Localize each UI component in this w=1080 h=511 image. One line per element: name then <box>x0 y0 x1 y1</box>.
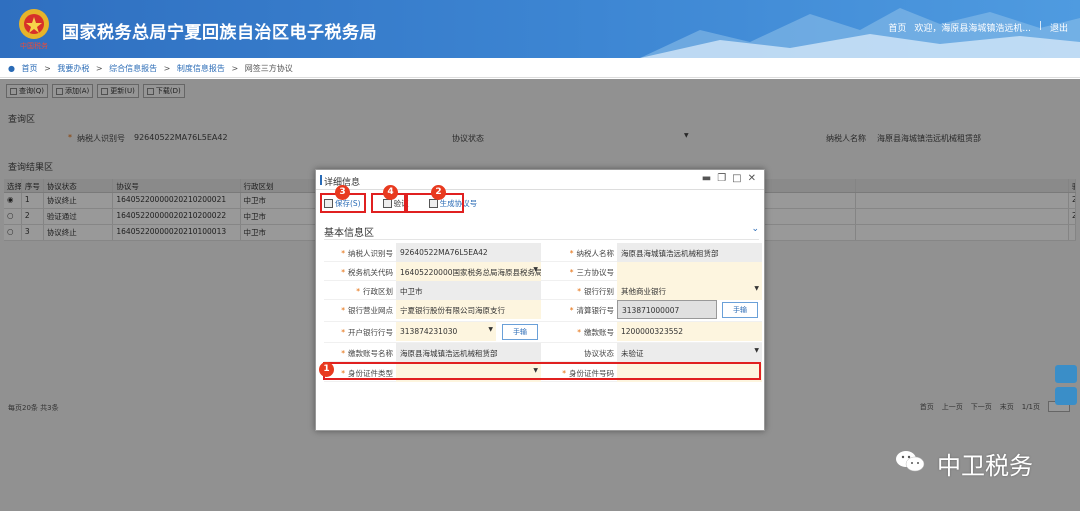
bank-branch-field[interactable]: 宁夏银行股份有限公司海原支行 <box>396 300 541 319</box>
clearing-bank-label: * 清算银行号 <box>569 306 614 315</box>
breadcrumb-sep: > <box>95 64 103 73</box>
bank-branch-label: * 银行营业网点 <box>341 306 393 315</box>
close-icon[interactable]: ✕ <box>748 173 756 184</box>
form-row: * 缴款账号名称 海原县海城镇浩远机械租赁部 协议状态 未验证 <box>324 343 762 362</box>
help-icon[interactable] <box>1055 387 1077 405</box>
location-pin-icon: ● <box>8 64 15 73</box>
nav-divider: | <box>1038 21 1042 31</box>
payment-account-field[interactable]: 1200000323552 <box>617 322 762 341</box>
taxpayer-name-field: 海原县海城镇浩远机械租赁部 <box>617 243 762 262</box>
breadcrumb-tax[interactable]: 我要办税 <box>57 64 89 73</box>
breadcrumb-home[interactable]: 首页 <box>22 64 38 73</box>
manual-input-button[interactable]: 手输 <box>502 324 538 340</box>
modal-window-controls: ▬ ❐ □ ✕ <box>702 173 756 184</box>
form-row: * 行政区划 中卫市 * 银行行别 其他商业银行 <box>324 281 762 300</box>
open-bank-label: * 开户银行行号 <box>341 328 393 337</box>
breadcrumb-system[interactable]: 制度信息报告 <box>177 64 225 73</box>
form-row: *开户银行行号 313874231030 手输 *缴款账号 1200000323… <box>324 322 762 343</box>
detail-modal: 详细信息 ▬ ❐ □ ✕ 保存(S) 验证 生成协议号 3 4 2 基本信息区 … <box>315 169 765 431</box>
status-select: 未验证 <box>617 343 762 362</box>
annotation-badge-4: 4 <box>383 185 398 200</box>
restore-icon[interactable]: ❐ <box>717 173 726 184</box>
customer-service-icon[interactable] <box>1055 365 1077 383</box>
breadcrumb-sep: > <box>231 64 239 73</box>
annotation-badge-2: 2 <box>431 185 446 200</box>
wechat-icon <box>896 451 925 472</box>
manual-input-button[interactable]: 手输 <box>722 302 758 318</box>
form-row: *税务机关代码 16405220000国家税务总局海原县税务局 *三方协议号 <box>324 262 762 281</box>
payment-account-label: * 缴款账号 <box>577 328 614 337</box>
tax-office-label: * 税务机关代码 <box>341 268 393 277</box>
account-name-field: 海原县海城镇浩远机械租赁部 <box>396 343 541 362</box>
agreement-no-field[interactable] <box>617 262 762 281</box>
region-label: * 行政区划 <box>356 287 393 296</box>
svg-text:中国税务: 中国税务 <box>20 41 48 50</box>
tax-office-select[interactable]: 16405220000国家税务总局海原县税务局 <box>396 262 541 281</box>
form-row: * 纳税人识别号 92640522MA76L5EA42 * 纳税人名称 海原县海城镇… <box>324 243 762 262</box>
nav-welcome-user[interactable]: 欢迎，海原县海城镇浩远机... <box>914 21 1031 34</box>
chevron-down-icon[interactable]: ⌄ <box>751 224 759 234</box>
basic-info-section-title: 基本信息区 ⌄ <box>324 224 759 240</box>
modal-header: 详细信息 ▬ ❐ □ ✕ <box>316 170 764 190</box>
tax-emblem-logo: 中国税务 <box>19 9 49 50</box>
bank-type-label: * 银行行别 <box>577 287 614 296</box>
breadcrumb-sep: > <box>163 64 171 73</box>
breadcrumb-current: 网签三方协议 <box>244 64 293 73</box>
site-title: 国家税务总局宁夏回族自治区电子税务局 <box>62 23 377 43</box>
agreement-no-label: * 三方协议号 <box>569 268 614 277</box>
taxpayer-id-label: * 纳税人识别号 <box>341 249 393 258</box>
breadcrumb-report[interactable]: 综合信息报告 <box>109 64 157 73</box>
minimize-icon[interactable]: ▬ <box>702 173 711 184</box>
breadcrumb-sep: > <box>44 64 51 73</box>
region-field: 中卫市 <box>396 281 541 300</box>
nav-home-link[interactable]: 首页 <box>888 21 906 34</box>
annotation-box-id <box>323 362 761 380</box>
taxpayer-name-label: * 纳税人名称 <box>569 249 614 258</box>
annotation-badge-1: 1 <box>319 362 334 377</box>
nav-logout-link[interactable]: 退出 <box>1050 21 1068 34</box>
open-bank-select[interactable]: 313874231030 <box>396 322 496 341</box>
site-header: 中国税务 国家税务总局宁夏回族自治区电子税务局 首页 欢迎，海原县海城镇浩远机.… <box>0 0 1080 58</box>
top-nav: 首页 欢迎，海原县海城镇浩远机... | 退出 <box>888 21 1068 34</box>
maximize-icon[interactable]: □ <box>732 173 741 184</box>
bank-type-select[interactable]: 其他商业银行 <box>617 281 762 300</box>
taxpayer-id-field: 92640522MA76L5EA42 <box>396 243 541 262</box>
clearing-bank-field[interactable]: 313871000007 <box>617 300 717 319</box>
breadcrumb: ● 首页 > 我要办税 > 综合信息报告 > 制度信息报告 > 网签三方协议 <box>0 58 1080 78</box>
form-row: * 银行营业网点 宁夏银行股份有限公司海原支行 * 清算银行号 3138710000… <box>324 300 762 322</box>
account-name-label: * 缴款账号名称 <box>341 349 393 358</box>
annotation-badge-3: 3 <box>335 185 350 200</box>
watermark-brand: 中卫税务 <box>937 452 1033 480</box>
status-label: 协议状态 <box>584 349 614 358</box>
